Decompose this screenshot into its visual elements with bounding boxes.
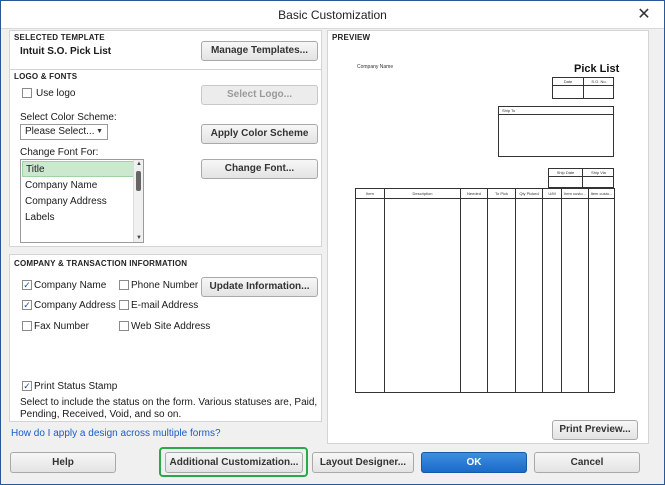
preview-col-um: U/M — [548, 191, 556, 196]
company-name-checkbox[interactable]: ✓ — [22, 280, 32, 290]
web-site-address-label: Web Site Address — [131, 321, 211, 332]
preview-header-table: Date S.O. No. — [552, 77, 614, 99]
fax-number-checkbox[interactable] — [22, 321, 32, 331]
fax-number-label: Fax Number — [34, 321, 90, 332]
company-info-panel: COMPANY & TRANSACTION INFORMATION ✓ Comp… — [9, 254, 322, 422]
preview-col-to-pick: To Pick — [495, 191, 508, 196]
preview-ship-to-label: Ship To — [502, 108, 516, 113]
select-logo-button[interactable]: Select Logo... — [201, 85, 318, 105]
template-name: Intuit S.O. Pick List — [20, 46, 112, 57]
font-item-company-address[interactable]: Company Address — [22, 194, 134, 210]
preview-ship-to-box: Ship To — [498, 106, 614, 157]
window-title: Basic Customization — [278, 8, 387, 22]
font-list-scrollbar[interactable]: ▲ ▼ — [133, 160, 143, 242]
change-font-for-label: Change Font For: — [20, 147, 99, 158]
preview-doc-title: Pick List — [574, 63, 620, 75]
print-status-stamp-label: Print Status Stamp — [34, 381, 118, 392]
preview-col-item-custom-2: Item custo... — [590, 191, 613, 196]
cancel-button[interactable]: Cancel — [534, 452, 640, 473]
preview-company-name: Company Name — [357, 64, 394, 70]
phone-number-checkbox[interactable] — [119, 280, 129, 290]
font-item-labels[interactable]: Labels — [22, 210, 134, 226]
web-site-address-checkbox[interactable] — [119, 321, 129, 331]
company-info-heading: COMPANY & TRANSACTION INFORMATION — [14, 259, 188, 268]
print-status-description: Select to include the status on the form… — [20, 397, 318, 420]
color-scheme-label: Select Color Scheme: — [20, 112, 117, 123]
apply-color-scheme-button[interactable]: Apply Color Scheme — [201, 124, 318, 144]
preview-col-needed: Needed — [466, 191, 481, 196]
phone-number-label: Phone Number — [131, 280, 199, 291]
preview-col-item: Item — [366, 191, 374, 196]
preview-ship-via-header: Ship Via — [591, 170, 606, 175]
ok-button[interactable]: OK — [421, 452, 527, 473]
selected-template-panel: SELECTED TEMPLATE Intuit S.O. Pick List … — [9, 30, 322, 72]
preview-heading: PREVIEW — [332, 33, 371, 42]
logo-fonts-heading: LOGO & FONTS — [14, 72, 78, 81]
preview-ship-table: Ship Date Ship Via — [548, 168, 614, 188]
manage-templates-button[interactable]: Manage Templates... — [201, 41, 318, 61]
update-information-button[interactable]: Update Information... — [201, 277, 318, 297]
preview-col-qty-picked: Qty Picked — [519, 191, 539, 196]
company-name-label: Company Name — [34, 280, 107, 291]
use-logo-checkbox[interactable] — [22, 88, 32, 98]
scroll-down-icon[interactable]: ▼ — [134, 235, 144, 241]
color-scheme-select[interactable]: Please Select... ▼ — [20, 124, 108, 140]
use-logo-label: Use logo — [36, 88, 76, 99]
change-font-button[interactable]: Change Font... — [201, 159, 318, 179]
print-preview-button[interactable]: Print Preview... — [552, 420, 638, 440]
email-address-label: E-mail Address — [131, 300, 199, 311]
font-item-company-name[interactable]: Company Name — [22, 178, 134, 194]
selected-template-heading: SELECTED TEMPLATE — [14, 33, 105, 42]
preview-col-description: Description — [412, 191, 433, 196]
additional-customization-button[interactable]: Additional Customization... — [165, 452, 303, 473]
titlebar: Basic Customization ✕ — [1, 1, 664, 29]
logo-fonts-panel: LOGO & FONTS Use logo Select Logo... Sel… — [9, 69, 322, 247]
scroll-up-icon[interactable]: ▲ — [134, 161, 144, 167]
preview-col-item-custom-1: Item custo... — [564, 191, 586, 196]
print-status-stamp-checkbox[interactable]: ✓ — [22, 381, 32, 391]
preview-panel: PREVIEW Company Name Pick List Date S.O.… — [327, 30, 649, 444]
email-address-checkbox[interactable] — [119, 300, 129, 310]
preview-ship-date-header: Ship Date — [556, 170, 575, 175]
preview-so-header: S.O. No. — [591, 79, 607, 84]
font-element-list[interactable]: Title Company Name Company Address Label… — [20, 159, 144, 243]
chevron-down-icon: ▼ — [96, 128, 103, 135]
help-button[interactable]: Help — [10, 452, 116, 473]
scroll-thumb[interactable] — [136, 171, 141, 191]
preview-item-table: Item Description Needed To Pick Qty Pick… — [355, 188, 615, 393]
company-address-checkbox[interactable]: ✓ — [22, 300, 32, 310]
company-address-label: Company Address — [34, 300, 116, 311]
layout-designer-button[interactable]: Layout Designer... — [312, 452, 414, 473]
basic-customization-dialog: Basic Customization ✕ SELECTED TEMPLATE … — [0, 0, 665, 485]
help-link[interactable]: How do I apply a design across multiple … — [11, 428, 221, 439]
preview-form: Company Name Pick List Date S.O. No. Shi… — [348, 57, 633, 417]
preview-date-header: Date — [563, 79, 573, 84]
close-icon[interactable]: ✕ — [634, 5, 654, 25]
font-item-title[interactable]: Title — [22, 161, 134, 177]
